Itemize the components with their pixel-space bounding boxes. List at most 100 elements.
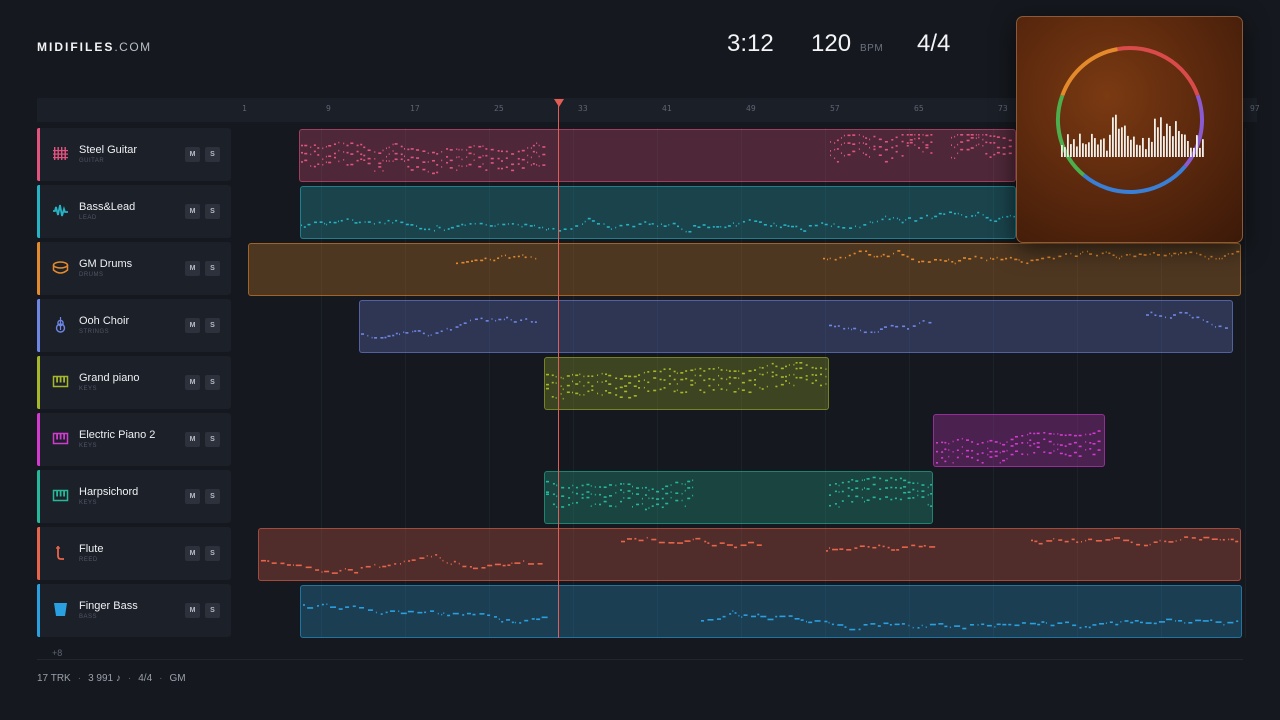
status-footer: 17 TRK · 3 991 ♪ · 4/4 · GM [37,673,186,684]
track-category: KEYS [79,500,98,506]
solo-button[interactable]: S [205,546,220,561]
mute-button[interactable]: M [185,261,200,276]
ruler-mark: 73 [998,104,1008,113]
more-tracks-indicator[interactable]: +8 [52,648,62,658]
track-category: BASS [79,614,98,620]
ruler-mark: 1 [242,104,247,113]
mute-button[interactable]: M [185,204,200,219]
track-name: Flute [79,543,104,555]
piano-icon [52,487,69,504]
midi-clip[interactable] [299,129,1016,182]
track-name: Bass&Lead [79,201,136,213]
guitar-icon [52,145,69,162]
track-color-stripe [37,470,40,523]
track-name: Finger Bass [79,600,138,612]
waveform-icon [52,202,69,219]
track-header[interactable]: Grand piano KEYS M S [37,356,231,409]
track-color-stripe [37,185,40,238]
note-count: 3 991 ♪ [88,673,121,684]
ruler-mark: 17 [410,104,420,113]
track-category: LEAD [79,215,97,221]
track-color-stripe [37,584,40,637]
ruler-mark: 57 [830,104,840,113]
mute-button[interactable]: M [185,318,200,333]
track-header[interactable]: Ooh Choir STRINGS M S [37,299,231,352]
track-name: Electric Piano 2 [79,429,156,441]
piano-icon [52,373,69,390]
spectrum-ring-icon [1056,46,1204,194]
solo-button[interactable]: S [205,318,220,333]
track-name: GM Drums [79,258,133,270]
playhead[interactable] [558,106,559,638]
track-header[interactable]: Electric Piano 2 KEYS M S [37,413,231,466]
time-display: 3:12 [727,30,774,57]
track-color-stripe [37,413,40,466]
ruler-mark: 65 [914,104,924,113]
tempo-unit: BPM [860,43,884,54]
mute-button[interactable]: M [185,489,200,504]
midi-standard: GM [169,673,186,684]
solo-button[interactable]: S [205,204,220,219]
tempo-display[interactable]: 120 [811,30,851,58]
track-header[interactable]: GM Drums DRUMS M S [37,242,231,295]
solo-button[interactable]: S [205,603,220,618]
flute-icon [52,544,69,561]
footer-divider [37,659,1243,660]
midi-clip[interactable] [933,414,1105,467]
meter-display[interactable]: 4/4 [917,30,950,58]
ruler-mark: 41 [662,104,672,113]
ruler-mark: 97 [1250,104,1260,113]
track-name: Harpsichord [79,486,139,498]
midi-clip[interactable] [544,357,829,410]
track-category: GUITAR [79,158,105,164]
track-name: Ooh Choir [79,315,130,327]
track-category: DRUMS [79,272,104,278]
track-color-stripe [37,242,40,295]
footer-meter: 4/4 [138,673,153,684]
track-header[interactable]: Steel Guitar GUITAR M S [37,128,231,181]
solo-button[interactable]: S [205,261,220,276]
bass-icon [52,601,69,618]
mute-button[interactable]: M [185,546,200,561]
ruler-mark: 49 [746,104,756,113]
track-color-stripe [37,356,40,409]
track-header[interactable]: Bass&Lead LEAD M S [37,185,231,238]
track-header[interactable]: Harpsichord KEYS M S [37,470,231,523]
track-category: KEYS [79,443,98,449]
midi-clip[interactable] [258,528,1241,581]
midi-clip[interactable] [544,471,933,524]
brand-logo[interactable]: MIDIFILES.COM [37,40,152,54]
solo-button[interactable]: S [205,432,220,447]
track-color-stripe [37,527,40,580]
track-category: STRINGS [79,329,110,335]
mute-button[interactable]: M [185,147,200,162]
track-category: KEYS [79,386,98,392]
ruler-mark: 33 [578,104,588,113]
track-category: REED [79,557,98,563]
track-color-stripe [37,299,40,352]
grid-line [1245,128,1246,638]
midi-clip[interactable] [300,186,1016,239]
mute-button[interactable]: M [185,603,200,618]
solo-button[interactable]: S [205,489,220,504]
midi-clip[interactable] [359,300,1233,353]
violin-icon [52,316,69,333]
album-art-visualizer [1016,16,1243,243]
mute-button[interactable]: M [185,432,200,447]
midi-clip[interactable] [248,243,1241,296]
track-header[interactable]: Flute REED M S [37,527,231,580]
mute-button[interactable]: M [185,375,200,390]
solo-button[interactable]: S [205,375,220,390]
track-header[interactable]: Finger Bass BASS M S [37,584,231,637]
midi-clip[interactable] [300,585,1242,638]
track-name: Grand piano [79,372,140,384]
track-color-stripe [37,128,40,181]
track-name: Steel Guitar [79,144,138,156]
piano-icon [52,430,69,447]
solo-button[interactable]: S [205,147,220,162]
playhead-marker[interactable] [554,99,564,107]
track-count: 17 TRK [37,673,71,684]
drum-icon [52,259,69,276]
ruler-mark: 25 [494,104,504,113]
ruler-mark: 9 [326,104,331,113]
